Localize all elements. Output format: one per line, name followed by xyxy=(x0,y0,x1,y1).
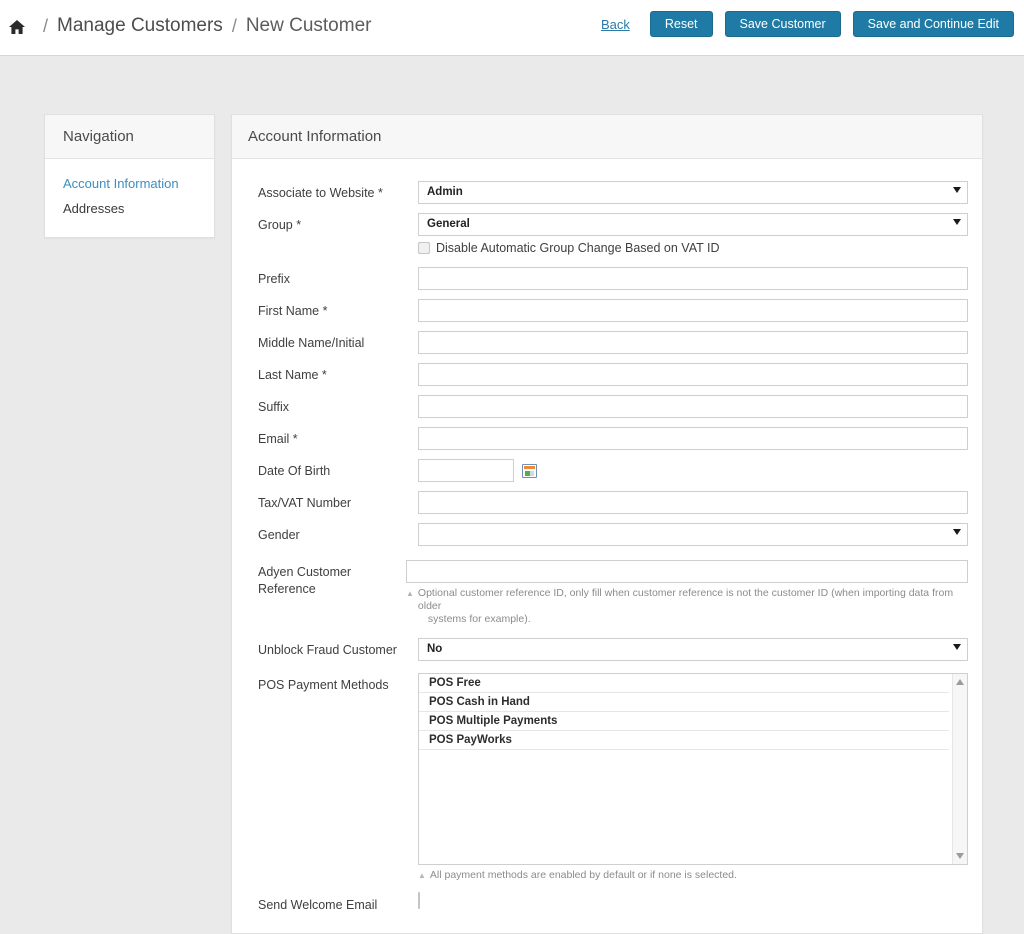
back-link[interactable]: Back xyxy=(601,17,630,32)
page-body: Navigation Account Information Addresses… xyxy=(0,56,1024,934)
label-tax-vat-number: Tax/VAT Number xyxy=(258,496,352,510)
breadcrumb-separator-1: / xyxy=(43,15,49,36)
disable-automatic-group-change-label: Disable Automatic Group Change Based on … xyxy=(436,241,720,255)
warning-triangle-icon: ▲ xyxy=(406,589,414,598)
field-row-suffix: Suffix xyxy=(246,395,968,418)
label-unblock-fraud-customer: Unblock Fraud Customer xyxy=(258,643,397,657)
field-row-tax-vat-number: Tax/VAT Number xyxy=(246,491,968,514)
label-send-welcome-email: Send Welcome Email xyxy=(258,898,378,912)
field-row-adyen-customer-reference: Adyen Customer Reference ▲ Optional cust… xyxy=(246,560,968,626)
disable-automatic-group-change-row: Disable Automatic Group Change Based on … xyxy=(418,241,968,255)
breadcrumb-separator-2: / xyxy=(231,15,237,36)
account-information-panel: Account Information Associate to Website… xyxy=(231,114,983,934)
list-item[interactable]: POS Cash in Hand xyxy=(419,693,949,712)
header-actions: Back Reset Save Customer Save and Contin… xyxy=(601,11,1014,37)
tax-vat-number-input[interactable] xyxy=(418,491,968,514)
label-date-of-birth: Date Of Birth xyxy=(258,464,331,478)
panel-title: Account Information xyxy=(232,115,982,159)
field-row-middle-name: Middle Name/Initial xyxy=(246,331,968,354)
chevron-down-icon xyxy=(953,219,961,225)
field-row-last-name: Last Name * xyxy=(246,363,968,386)
list-item[interactable]: POS Multiple Payments xyxy=(419,712,949,731)
reset-button[interactable]: Reset xyxy=(649,11,713,37)
field-row-email: Email * xyxy=(246,427,968,450)
note-text: All payment methods are enabled by defau… xyxy=(429,869,737,881)
sidebar-item-label: Account Information xyxy=(63,176,179,191)
associate-to-website-select[interactable]: Admin xyxy=(418,181,968,204)
suffix-input[interactable] xyxy=(418,395,968,418)
label-group: Group * xyxy=(258,218,302,232)
date-of-birth-wrapper xyxy=(418,459,968,482)
field-row-group: Group * General Disable Automatic Group … xyxy=(246,213,968,255)
associate-to-website-value: Admin xyxy=(427,186,463,198)
list-item[interactable]: POS PayWorks xyxy=(419,731,949,750)
sidebar-item-account-information[interactable]: Account Information xyxy=(45,171,214,196)
scroll-up-arrow-icon[interactable] xyxy=(956,679,964,685)
group-select[interactable]: General xyxy=(418,213,968,236)
unblock-fraud-customer-select[interactable]: No xyxy=(418,638,968,661)
breadcrumb: / Manage Customers / New Customer xyxy=(8,8,371,44)
label-email: Email * xyxy=(258,432,298,446)
send-welcome-email-checkbox[interactable] xyxy=(418,892,420,909)
navigation-sidebar: Navigation Account Information Addresses xyxy=(44,114,215,238)
unblock-fraud-customer-value: No xyxy=(427,643,443,655)
note-line-2: systems for example). xyxy=(427,613,531,625)
field-row-prefix: Prefix xyxy=(246,267,968,290)
breadcrumb-item-new-customer: New Customer xyxy=(245,15,372,36)
account-information-form: Associate to Website * Admin Group * Gen… xyxy=(232,159,982,933)
label-pos-payment-methods: POS Payment Methods xyxy=(258,678,389,692)
sidebar-item-addresses[interactable]: Addresses xyxy=(45,196,214,221)
home-icon[interactable] xyxy=(8,18,26,36)
first-name-input[interactable] xyxy=(418,299,968,322)
pos-payment-methods-multiselect[interactable]: POS Free POS Cash in Hand POS Multiple P… xyxy=(418,673,968,865)
group-value: General xyxy=(427,218,470,230)
pos-payment-methods-options: POS Free POS Cash in Hand POS Multiple P… xyxy=(419,674,967,750)
field-row-associate-to-website: Associate to Website * Admin xyxy=(246,181,968,204)
field-row-gender: Gender xyxy=(246,523,968,546)
email-input[interactable] xyxy=(418,427,968,450)
last-name-input[interactable] xyxy=(418,363,968,386)
adyen-customer-reference-note: ▲ Optional customer reference ID, only f… xyxy=(406,587,968,626)
sidebar-item-label: Addresses xyxy=(63,201,125,216)
breadcrumb-item-manage-customers[interactable]: Manage Customers xyxy=(57,15,223,37)
disable-automatic-group-change-checkbox[interactable] xyxy=(418,242,430,254)
label-middle-name: Middle Name/Initial xyxy=(258,336,365,350)
field-row-unblock-fraud-customer: Unblock Fraud Customer No xyxy=(246,638,968,661)
chevron-down-icon xyxy=(953,644,961,650)
label-suffix: Suffix xyxy=(258,400,290,414)
pos-payment-methods-scrollbar[interactable] xyxy=(952,674,967,864)
note-line-1: Optional customer reference ID, only fil… xyxy=(417,587,954,612)
label-gender: Gender xyxy=(258,528,300,542)
save-customer-button[interactable]: Save Customer xyxy=(724,11,841,37)
sidebar-list: Account Information Addresses xyxy=(45,159,214,237)
middle-name-input[interactable] xyxy=(418,331,968,354)
label-adyen-customer-reference: Adyen Customer Reference xyxy=(258,565,352,596)
label-first-name: First Name * xyxy=(258,304,328,318)
warning-triangle-icon: ▲ xyxy=(418,871,426,880)
save-and-continue-edit-button[interactable]: Save and Continue Edit xyxy=(852,11,1014,37)
field-row-first-name: First Name * xyxy=(246,299,968,322)
label-prefix: Prefix xyxy=(258,272,290,286)
top-bar: / Manage Customers / New Customer Back R… xyxy=(0,0,1024,56)
field-row-pos-payment-methods: POS Payment Methods POS Free POS Cash in… xyxy=(246,673,968,883)
chevron-down-icon xyxy=(953,529,961,535)
gender-select[interactable] xyxy=(418,523,968,546)
field-row-date-of-birth: Date Of Birth xyxy=(246,459,968,482)
scroll-down-arrow-icon[interactable] xyxy=(956,853,964,859)
date-of-birth-input[interactable] xyxy=(418,459,514,482)
pos-payment-methods-note: ▲ All payment methods are enabled by def… xyxy=(418,869,968,883)
calendar-icon[interactable] xyxy=(522,463,537,478)
adyen-customer-reference-input[interactable] xyxy=(406,560,968,583)
list-item[interactable]: POS Free xyxy=(419,674,949,693)
label-last-name: Last Name * xyxy=(258,368,327,382)
field-row-send-welcome-email: Send Welcome Email xyxy=(246,892,968,914)
chevron-down-icon xyxy=(953,187,961,193)
label-associate-to-website: Associate to Website * xyxy=(258,186,383,200)
sidebar-title: Navigation xyxy=(45,115,214,159)
prefix-input[interactable] xyxy=(418,267,968,290)
